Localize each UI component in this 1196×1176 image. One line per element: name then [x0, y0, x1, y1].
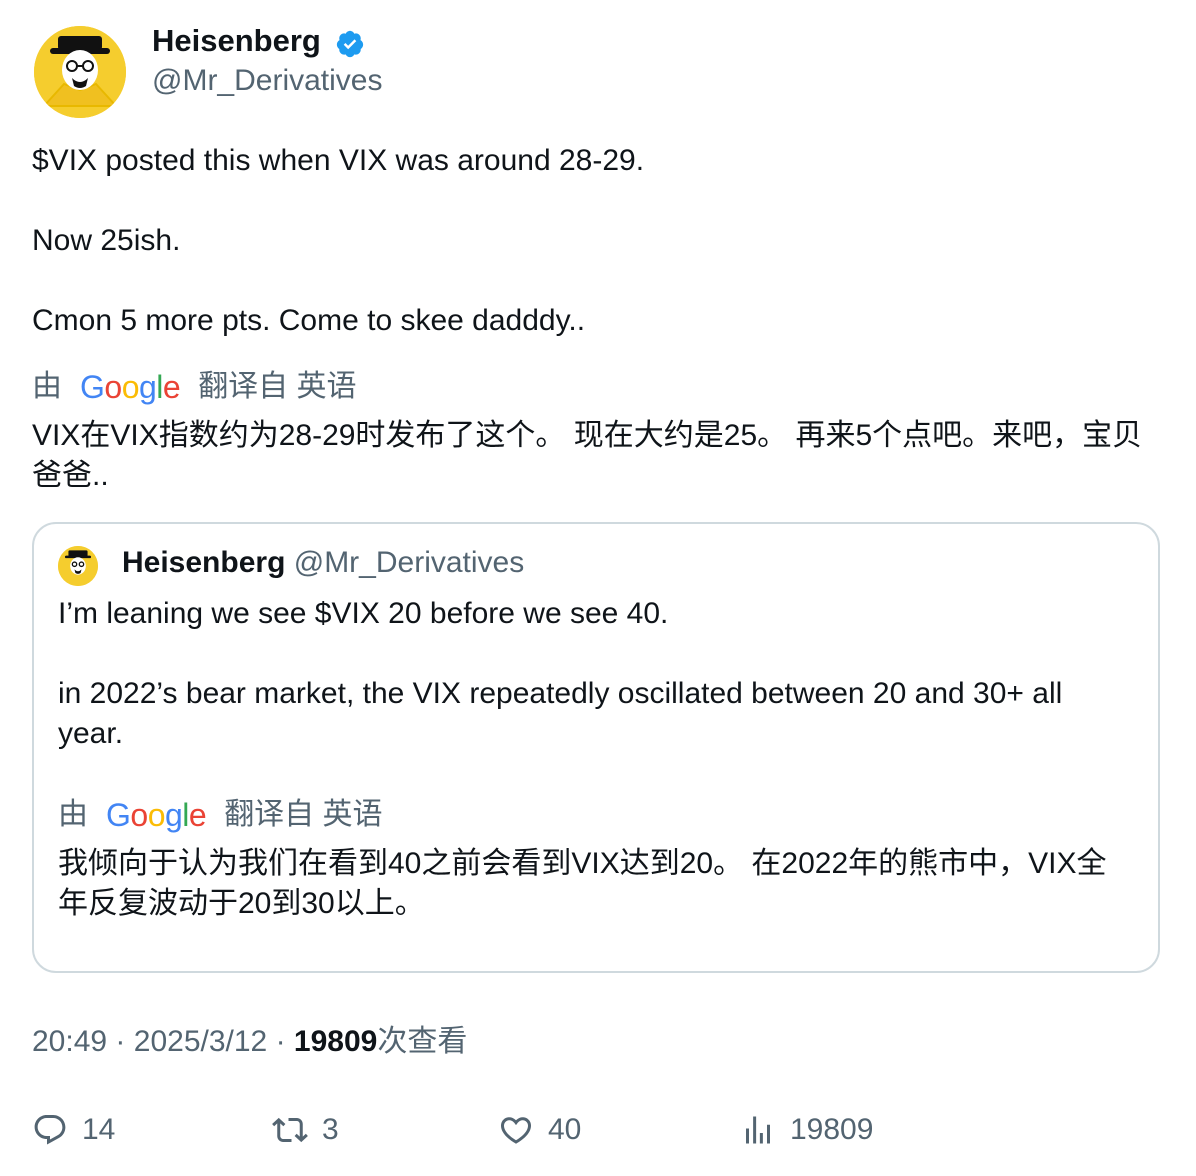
google-logo: Google [80, 369, 181, 405]
tweet-text-line-3: Cmon 5 more pts. Come to skee dadddy.. [32, 304, 586, 337]
google-logo: Google [106, 797, 207, 833]
retweet-icon [272, 1117, 308, 1143]
quoted-author-handle: @Mr_Derivatives [293, 546, 525, 579]
view-count-label: 次查看 [377, 1025, 468, 1058]
quoted-author-avatar [58, 546, 98, 586]
quoted-translation-suffix: 翻译自 英语 [224, 798, 383, 831]
quoted-translation-attribution: 由 Google 翻译自 英语 [58, 796, 383, 834]
like-count: 40 [548, 1113, 582, 1146]
quoted-tweet-header: Heisenberg @Mr_Derivatives [122, 544, 524, 582]
heart-icon [500, 1117, 532, 1144]
views-count: 19809 [790, 1113, 874, 1146]
quoted-author-name: Heisenberg [122, 546, 286, 579]
reply-button[interactable]: 14 [32, 1110, 115, 1150]
translation-attribution: 由 Google 翻译自 英语 [32, 368, 357, 406]
analytics-bar-icon [746, 1116, 770, 1144]
tweet-text-line-1: $VIX posted this when VIX was around 28-… [32, 144, 645, 177]
quoted-text-line-3: year. [58, 717, 124, 750]
author-avatar[interactable] [34, 26, 126, 118]
quoted-translation-prefix: 由 [58, 798, 88, 831]
translated-text: VIX在VIX指数约为28-29时发布了这个。 现在大约是25。 再来5个点吧。… [32, 419, 1143, 492]
tweet-meta: 20:49 · 2025/3/12 · 19809次查看 [32, 1022, 467, 1062]
heisenberg-avatar-icon [34, 26, 126, 118]
views-button[interactable]: 19809 [740, 1110, 873, 1150]
tweet-time[interactable]: 20:49 [32, 1025, 107, 1058]
heisenberg-avatar-icon [58, 546, 98, 586]
translation-prefix: 由 [32, 370, 62, 403]
tweet-date[interactable]: 2025/3/12 [134, 1025, 267, 1058]
meta-separator: · [115, 1025, 126, 1058]
translation-suffix: 翻译自 英语 [198, 370, 357, 403]
author-display-name[interactable]: Heisenberg [152, 22, 321, 60]
reply-icon [34, 1115, 66, 1145]
view-count: 19809 [293, 1025, 378, 1058]
retweet-count: 3 [322, 1113, 339, 1146]
meta-separator: · [275, 1025, 286, 1058]
author-handle[interactable]: @Mr_Derivatives [152, 62, 383, 100]
verified-badge-icon [335, 29, 365, 59]
tweet-text-line-2: Now 25ish. [32, 224, 181, 257]
like-button[interactable]: 40 [498, 1110, 581, 1150]
quoted-translated-text: 我倾向于认为我们在看到40之前会看到VIX达到20。 在2022年的熊市中，VI… [58, 847, 1107, 920]
retweet-button[interactable]: 3 [272, 1110, 339, 1150]
quoted-text-line-2: in 2022’s bear market, the VIX repeatedl… [58, 677, 1063, 710]
quoted-text-line-1: I’m leaning we see $VIX 20 before we see… [58, 597, 669, 630]
reply-count: 14 [82, 1113, 116, 1146]
